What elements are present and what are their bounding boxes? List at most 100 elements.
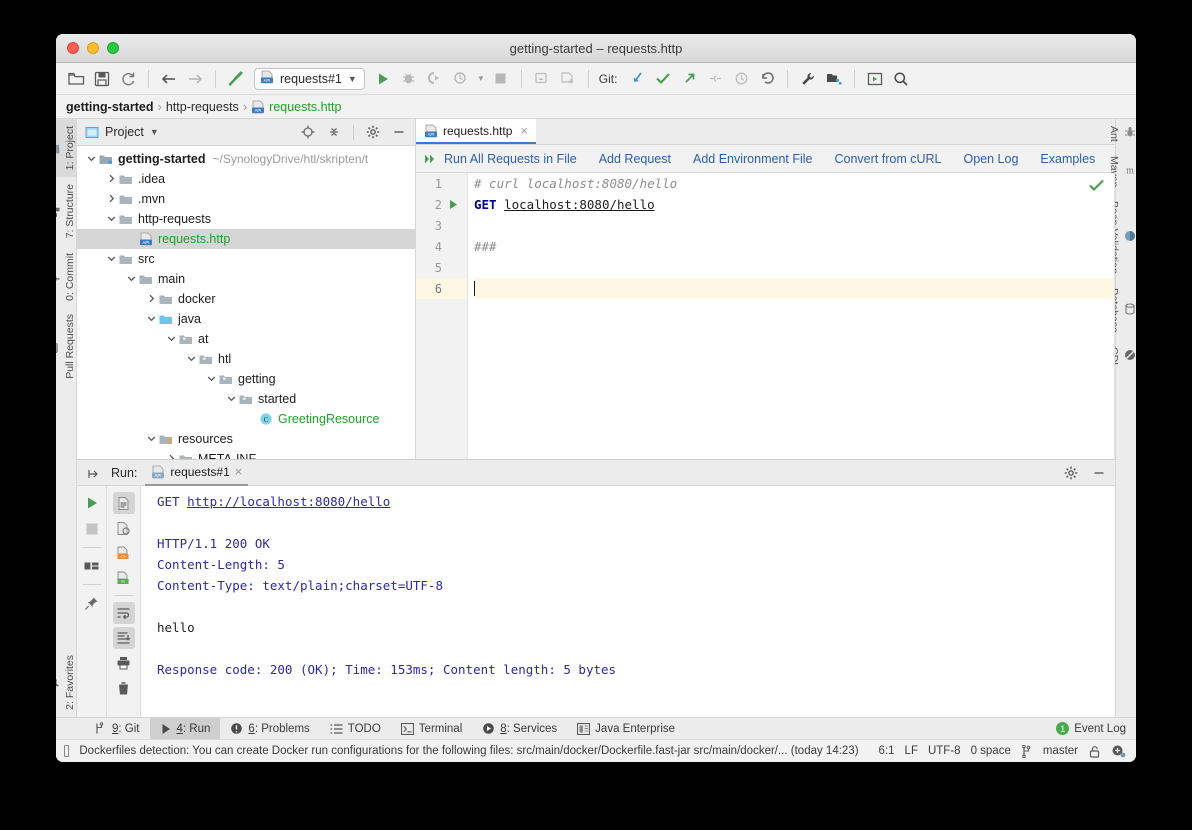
run-anything-icon[interactable] <box>863 67 887 91</box>
examples-button[interactable]: Examples <box>1040 152 1095 166</box>
settings-wrench-icon[interactable] <box>796 67 820 91</box>
gutter-line[interactable]: 4 <box>416 236 467 257</box>
tree-node[interactable]: docker <box>77 289 415 309</box>
gear-icon[interactable] <box>1061 463 1081 483</box>
chevron-down-icon[interactable] <box>145 434 158 445</box>
tool-window-button-run[interactable]: 4: Run <box>149 717 221 740</box>
code-token-url[interactable]: localhost:8080/hello <box>504 197 655 212</box>
gutter-line[interactable]: 3 <box>416 215 467 236</box>
rollback-icon[interactable] <box>755 67 779 91</box>
print-icon[interactable] <box>113 652 135 674</box>
event-log-button[interactable]: 1 Event Log <box>1046 718 1136 740</box>
file-encoding[interactable]: UTF-8 <box>928 745 961 757</box>
chevron-down-icon[interactable] <box>205 374 218 385</box>
tree-node[interactable]: http-requests <box>77 209 415 229</box>
format-html-icon[interactable]: H <box>113 567 135 589</box>
breadcrumb-item-folder[interactable]: http-requests <box>166 100 239 114</box>
project-tree[interactable]: getting-started ~/SynologyDrive/htl/skrip… <box>77 146 415 459</box>
delete-icon[interactable] <box>113 677 135 699</box>
chevron-down-icon[interactable] <box>105 254 118 265</box>
project-structure-icon[interactable] <box>822 67 846 91</box>
run-tab-requests[interactable]: API requests#1 × <box>145 460 249 486</box>
sidebar-item-bean-validation[interactable]: Bean Validation <box>1108 194 1136 281</box>
run-all-requests-button[interactable]: Run All Requests in File <box>424 152 577 166</box>
commit-check-icon[interactable] <box>651 67 675 91</box>
drag-handle-icon[interactable] <box>85 465 103 480</box>
tool-window-button-todo[interactable]: TODO <box>320 718 391 740</box>
hide-panel-icon[interactable] <box>1089 463 1109 483</box>
code-line[interactable] <box>474 215 1114 236</box>
open-log-button[interactable]: Open Log <box>963 152 1018 166</box>
tool-window-button-services[interactable]: 8: Services <box>472 718 567 740</box>
sidebar-item-maven[interactable]: m Maven <box>1108 149 1136 195</box>
console-link[interactable]: http://localhost:8080/hello <box>187 494 390 509</box>
tree-node[interactable]: htl <box>77 349 415 369</box>
add-environment-file-button[interactable]: Add Environment File <box>693 152 813 166</box>
tree-node[interactable]: at <box>77 329 415 349</box>
tool-window-button-javaenterprise[interactable]: Java Enterprise <box>567 718 685 740</box>
breadcrumb-item-project[interactable]: getting-started <box>66 100 154 114</box>
tree-node[interactable]: .mvn <box>77 189 415 209</box>
tree-node[interactable]: .idea <box>77 169 415 189</box>
rerun-icon[interactable] <box>81 492 103 514</box>
scroll-to-end-icon[interactable] <box>112 627 135 649</box>
gutter-line[interactable]: 1 <box>416 173 467 194</box>
tree-node[interactable]: getting <box>77 369 415 389</box>
sidebar-item-favorites[interactable]: 2: Favorites <box>56 648 76 717</box>
search-everywhere-icon[interactable] <box>889 67 913 91</box>
sidebar-item-ant[interactable]: Ant <box>1108 119 1136 149</box>
run-request-icon[interactable] <box>442 199 464 210</box>
chevron-right-icon[interactable] <box>105 194 118 205</box>
tree-node[interactable]: java <box>77 309 415 329</box>
sync-icon[interactable] <box>116 67 140 91</box>
response-body-icon[interactable] <box>112 492 135 514</box>
code-editor[interactable]: 1 2 3 4 5 6 # curl localhost:8080/hello GET lo… <box>416 173 1115 459</box>
chevron-down-icon[interactable] <box>185 354 198 365</box>
indent-setting[interactable]: 0 space <box>971 745 1011 757</box>
status-message[interactable]: Dockerfiles detection: You can create Do… <box>79 745 858 757</box>
tree-node[interactable]: META-INF <box>77 449 415 459</box>
back-arrow-icon[interactable] <box>157 67 181 91</box>
gear-icon[interactable] <box>363 122 383 142</box>
pin-icon[interactable] <box>81 592 103 614</box>
git-branch-name[interactable]: master <box>1043 745 1078 757</box>
tool-window-button-problems[interactable]: 6: Problems <box>220 718 319 740</box>
inspection-level-icon[interactable] <box>1111 744 1126 758</box>
soft-wrap-icon[interactable] <box>112 602 135 624</box>
inspection-status-icon[interactable] <box>1089 179 1104 195</box>
close-icon[interactable]: × <box>235 464 243 479</box>
format-xml-icon[interactable]: <> <box>113 542 135 564</box>
add-request-button[interactable]: Add Request <box>599 152 671 166</box>
tool-window-button-git[interactable]: 9: Git <box>84 718 150 740</box>
tree-node[interactable]: src <box>77 249 415 269</box>
chevron-down-icon[interactable]: ▼ <box>150 127 159 137</box>
open-folder-icon[interactable] <box>64 67 88 91</box>
sidebar-item-structure[interactable]: 7: Structure <box>56 177 76 245</box>
update-project-icon[interactable] <box>625 67 649 91</box>
sidebar-item-database[interactable]: Database <box>1108 281 1136 340</box>
tool-window-button-terminal[interactable]: Terminal <box>391 718 472 740</box>
sidebar-item-cdi[interactable]: CDI <box>1108 340 1136 372</box>
chevron-down-icon[interactable] <box>165 334 178 345</box>
chevron-right-icon[interactable] <box>145 294 158 305</box>
chevron-down-icon[interactable] <box>225 394 238 405</box>
build-hammer-icon[interactable] <box>224 67 248 91</box>
line-separator[interactable]: LF <box>905 745 918 757</box>
layout-icon[interactable] <box>81 555 103 577</box>
convert-from-curl-button[interactable]: Convert from cURL <box>835 152 942 166</box>
tree-node[interactable]: C GreetingResource <box>77 409 415 429</box>
response-headers-icon[interactable] <box>113 517 135 539</box>
collapse-all-icon[interactable] <box>324 122 344 142</box>
status-message-icon[interactable] <box>64 745 70 757</box>
close-icon[interactable]: × <box>520 123 528 138</box>
chevron-down-icon[interactable] <box>125 274 138 285</box>
tree-node[interactable]: resources <box>77 429 415 449</box>
hide-panel-icon[interactable] <box>389 122 409 142</box>
locate-icon[interactable] <box>298 122 318 142</box>
sidebar-item-commit[interactable]: 0: Commit <box>56 246 76 308</box>
sidebar-item-project[interactable]: 1: Project <box>56 119 76 178</box>
breadcrumb-item-file[interactable]: requests.http <box>269 100 341 114</box>
tree-node[interactable]: started <box>77 389 415 409</box>
tab-requests-http[interactable]: API requests.http × <box>416 119 536 144</box>
editor-gutter[interactable]: 1 2 3 4 5 6 <box>416 173 468 459</box>
